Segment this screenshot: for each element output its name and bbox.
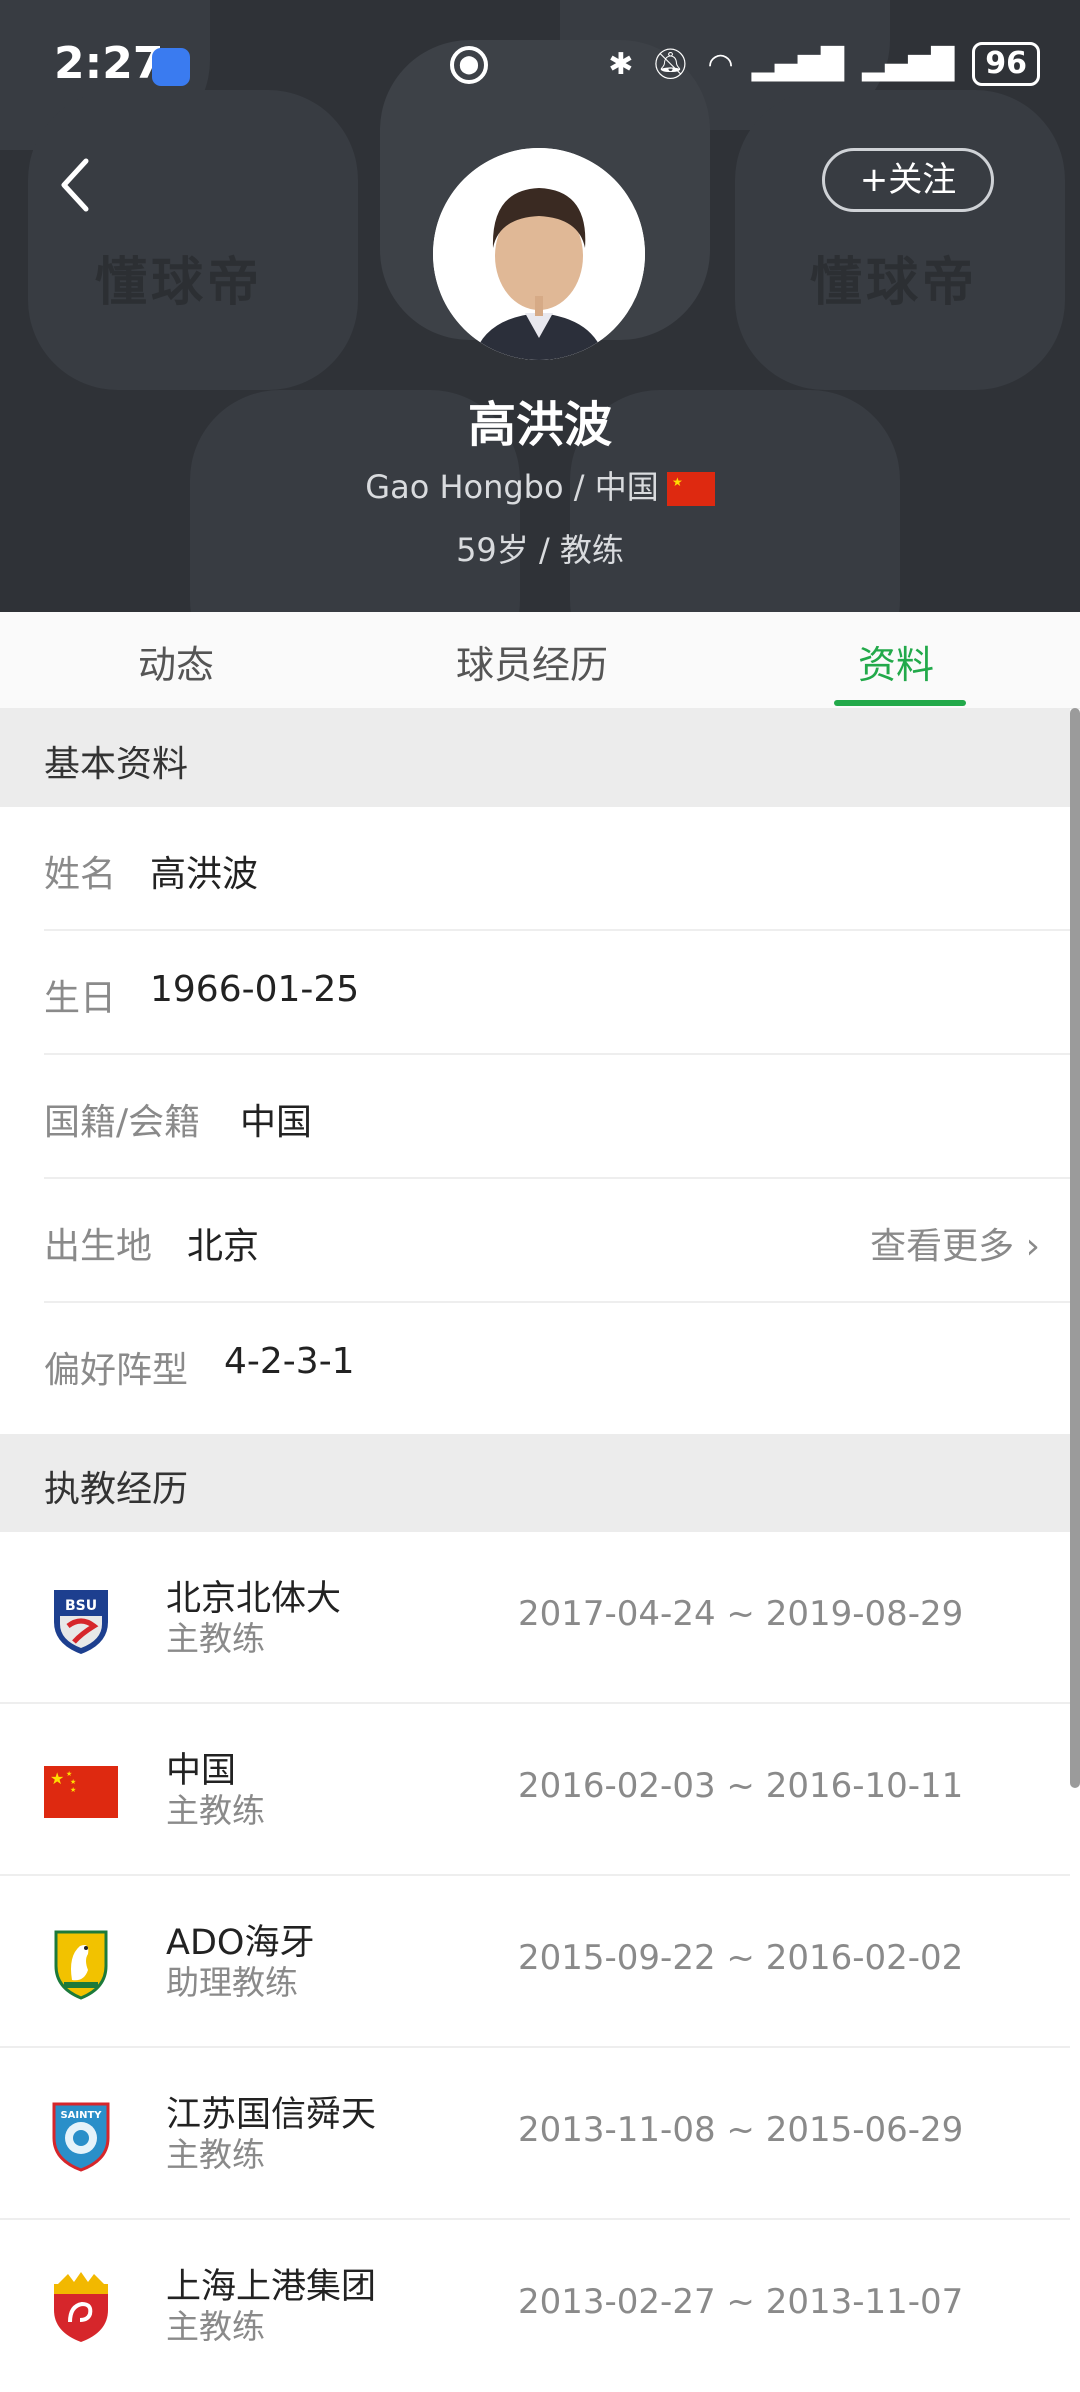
status-time: 2:27 bbox=[54, 38, 164, 89]
section-title: 基本资料 bbox=[44, 744, 189, 785]
coach-subtitle: Gao Hongbo / 中国 ★ bbox=[0, 462, 1080, 508]
back-arrow-icon[interactable] bbox=[56, 155, 96, 215]
watermark-text: 懂球帝 bbox=[95, 253, 264, 313]
svg-text:★: ★ bbox=[70, 1778, 76, 1786]
svg-text:★: ★ bbox=[66, 1770, 72, 1778]
info-row-birthday: 生日 1966-01-25 bbox=[44, 931, 1070, 1055]
info-value: 1966-01-25 bbox=[150, 969, 360, 1010]
info-row-birthplace[interactable]: 出生地 北京 查看更多 › bbox=[44, 1179, 1070, 1303]
coach-role: 助理教练 bbox=[166, 1963, 298, 2002]
see-more-link[interactable]: 查看更多 › bbox=[870, 1217, 1040, 1269]
tab-player-history[interactable]: 球员经历 bbox=[456, 634, 608, 689]
coach-english-name: Gao Hongbo / 中国 bbox=[365, 468, 659, 506]
svg-text:★: ★ bbox=[672, 475, 683, 489]
info-row-formation: 偏好阵型 4-2-3-1 bbox=[44, 1303, 1070, 1427]
section-title: 执教经历 bbox=[44, 1469, 189, 1510]
china-flag-icon: ★ ★ ★ ★ bbox=[44, 1766, 118, 1818]
tenure-dates: 2016-02-03 ~ 2016-10-11 bbox=[518, 1766, 964, 1806]
tenure-dates: 2013-02-27 ~ 2013-11-07 bbox=[518, 2282, 964, 2322]
bluetooth-icon: ✱ bbox=[608, 46, 634, 82]
info-row-nationality: 国籍/会籍 中国 bbox=[44, 1055, 1070, 1179]
ado-logo-icon bbox=[54, 1930, 108, 2000]
tenure-dates: 2013-11-08 ~ 2015-06-29 bbox=[518, 2110, 964, 2150]
info-label: 生日 bbox=[44, 978, 117, 1019]
coach-role: 主教练 bbox=[166, 1619, 265, 1658]
data-saver-icon: ⬤ bbox=[450, 46, 488, 84]
follow-button[interactable]: +关注 bbox=[822, 148, 994, 212]
watermark-text: 懂球帝 bbox=[810, 253, 979, 313]
section-basic-info: 基本资料 bbox=[0, 709, 1070, 807]
status-icons: ✱ 🔕︎ ◠ ▂▄▆█ ▂▄▆█ 96 bbox=[608, 42, 1040, 86]
person-photo-icon bbox=[433, 148, 645, 360]
career-item[interactable]: ADO海牙 助理教练 2015-09-22 ~ 2016-02-02 bbox=[0, 1876, 1070, 2048]
info-value: 北京 bbox=[187, 1226, 260, 1267]
tab-profile[interactable]: 资料 bbox=[858, 634, 934, 689]
info-value: 高洪波 bbox=[150, 854, 259, 895]
coach-meta: 59岁 / 教练 bbox=[456, 531, 624, 569]
info-label: 偏好阵型 bbox=[44, 1350, 189, 1391]
coach-role: 主教练 bbox=[166, 2307, 265, 2346]
info-value: 中国 bbox=[240, 1102, 313, 1143]
svg-text:★: ★ bbox=[50, 1769, 64, 1788]
wifi-icon: ◠ bbox=[707, 46, 734, 82]
tab-news[interactable]: 动态 bbox=[138, 634, 214, 689]
chevron-right-icon: › bbox=[1025, 1226, 1040, 1267]
tenure-dates: 2017-04-24 ~ 2019-08-29 bbox=[518, 1594, 964, 1634]
info-value: 4-2-3-1 bbox=[224, 1341, 355, 1382]
see-more-label: 查看更多 bbox=[870, 1226, 1015, 1267]
bsu-logo-text: BSU bbox=[65, 1598, 97, 1614]
career-item[interactable]: 上海上港集团 主教练 2013-02-27 ~ 2013-11-07 bbox=[0, 2220, 1070, 2392]
coach-name: 高洪波 bbox=[467, 397, 612, 453]
mute-icon: 🔕︎ bbox=[651, 46, 690, 82]
svg-text:★: ★ bbox=[70, 1786, 76, 1794]
tab-bar: 动态 球员经历 资料 bbox=[0, 612, 1080, 709]
avatar[interactable] bbox=[433, 148, 645, 360]
app-notification-icon bbox=[152, 48, 190, 86]
coach-role: 主教练 bbox=[166, 2135, 265, 2174]
info-label: 国籍/会籍 bbox=[44, 1102, 201, 1143]
status-bar: 2:27 ⬤ ✱ 🔕︎ ◠ ▂▄▆█ ▂▄▆█ 96 bbox=[0, 0, 1080, 130]
career-item[interactable]: BSU 北京北体大 主教练 2017-04-24 ~ 2019-08-29 bbox=[0, 1532, 1070, 1704]
profile-header: 懂球帝 懂球帝 2:27 ⬤ ✱ 🔕︎ ◠ ▂▄▆█ ▂▄▆█ 96 +关注 高… bbox=[0, 0, 1080, 612]
active-tab-indicator bbox=[834, 700, 966, 706]
career-item[interactable]: SAINTY 江苏国信舜天 主教练 2013-11-08 ~ 2015-06-2… bbox=[0, 2048, 1070, 2220]
bsu-logo-icon: BSU bbox=[54, 1590, 108, 1654]
coach-role: 主教练 bbox=[166, 1791, 265, 1830]
battery-indicator: 96 bbox=[972, 42, 1040, 86]
sipg-logo-icon bbox=[54, 2272, 108, 2342]
sainty-logo-text: SAINTY bbox=[60, 2110, 102, 2121]
section-coaching-history: 执教经历 bbox=[0, 1434, 1070, 1532]
signal-icon: ▂▄▆█ bbox=[751, 46, 844, 82]
info-label: 姓名 bbox=[44, 854, 117, 895]
sainty-logo-icon: SAINTY bbox=[52, 2102, 110, 2172]
signal-icon: ▂▄▆█ bbox=[861, 46, 955, 82]
info-row-name: 姓名 高洪波 bbox=[44, 807, 1070, 931]
china-flag-icon: ★ bbox=[666, 472, 715, 506]
info-label: 出生地 bbox=[44, 1226, 153, 1267]
scrollbar[interactable] bbox=[1070, 708, 1080, 1788]
career-item[interactable]: ★ ★ ★ ★ 中国 主教练 2016-02-03 ~ 2016-10-11 bbox=[0, 1704, 1070, 1876]
tenure-dates: 2015-09-22 ~ 2016-02-02 bbox=[518, 1938, 964, 1978]
